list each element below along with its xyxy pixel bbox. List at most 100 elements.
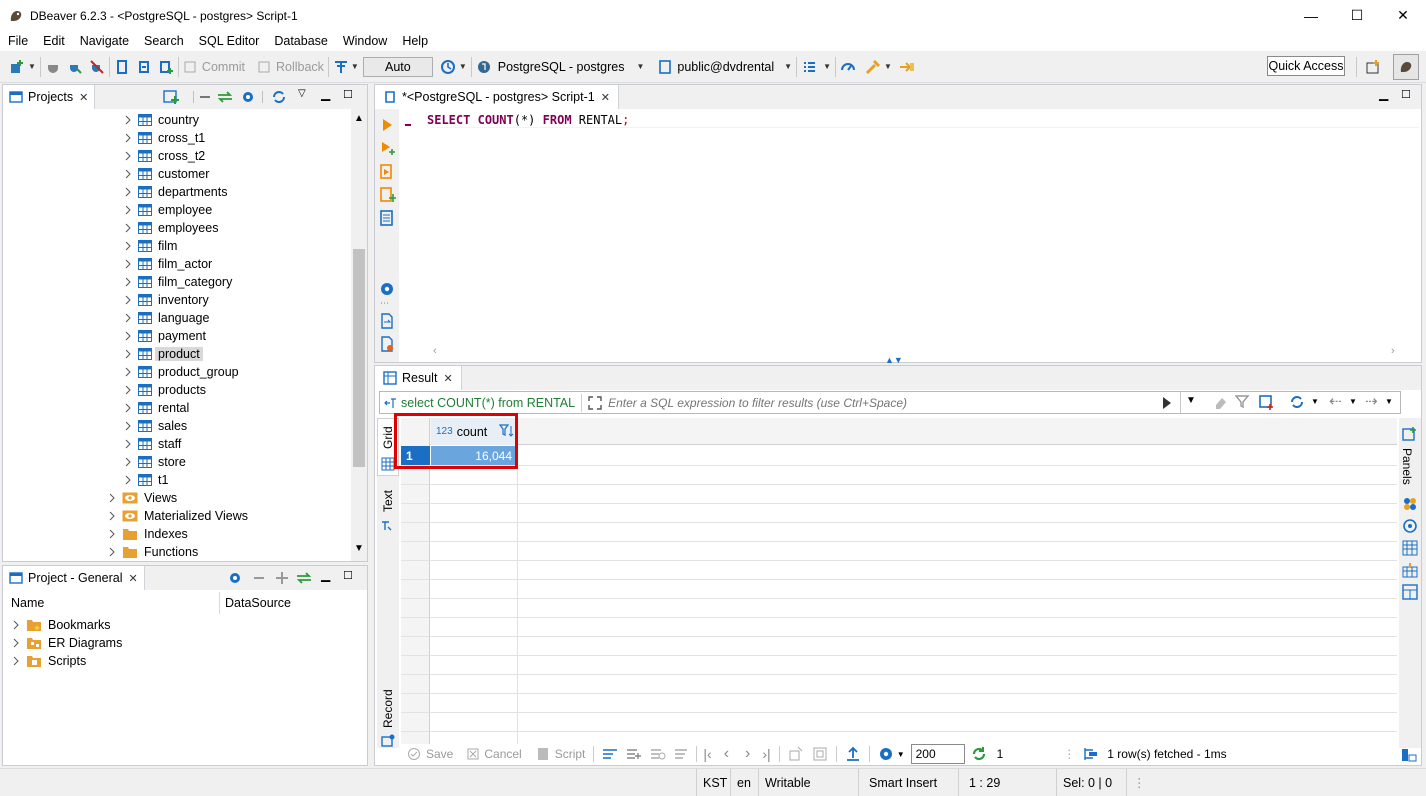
projects-scrollbar[interactable]: ▲ ▼: [351, 109, 367, 561]
tree-item-table[interactable]: payment: [123, 327, 206, 345]
tree-item-table[interactable]: film_category: [123, 273, 232, 291]
chevron-down-icon[interactable]: ▼: [636, 62, 644, 71]
chevron-down-icon[interactable]: ▼: [1349, 397, 1357, 406]
export-icon[interactable]: [845, 746, 861, 762]
tree-item-table[interactable]: film_actor: [123, 255, 212, 273]
save-button[interactable]: Save: [426, 747, 453, 761]
filter-settings-icon[interactable]: [1235, 394, 1253, 410]
chevron-down-icon[interactable]: ▼: [823, 62, 831, 71]
chevron-down-icon[interactable]: ▼: [784, 62, 792, 71]
tree-item-table[interactable]: t1: [123, 471, 168, 489]
menu-window[interactable]: Window: [335, 34, 394, 48]
link-with-editor-icon[interactable]: [296, 572, 312, 584]
filter-history-icon[interactable]: ▼: [1186, 395, 1196, 406]
create-project-icon[interactable]: [163, 90, 179, 104]
scroll-up-icon[interactable]: ▲: [354, 113, 364, 124]
last-page-icon[interactable]: ›|: [762, 746, 770, 762]
connect-icon[interactable]: [45, 59, 61, 75]
collapse-all-icon[interactable]: [253, 573, 265, 583]
references-panel-icon[interactable]: [1402, 584, 1418, 600]
tab-projects[interactable]: Projects ✕: [3, 85, 96, 109]
tree-item-table[interactable]: customer: [123, 165, 209, 183]
fetch-next-page-icon[interactable]: [788, 746, 804, 762]
scroll-right-icon[interactable]: ›: [1391, 345, 1395, 357]
tree-item-table[interactable]: inventory: [123, 291, 209, 309]
minimize-panel-button[interactable]: ▁: [1379, 87, 1388, 101]
tree-item-table[interactable]: staff: [123, 435, 181, 453]
tree-item-table[interactable]: product: [123, 345, 203, 363]
tree-item-table[interactable]: departments: [123, 183, 227, 201]
tree-item-folder[interactable]: Materialized Views: [107, 507, 248, 525]
edit-cell-icon[interactable]: [602, 747, 618, 761]
panels-label[interactable]: Panels: [1400, 448, 1414, 485]
tools-icon[interactable]: [864, 58, 882, 76]
copy-row-icon[interactable]: [650, 747, 666, 761]
save-script-icon[interactable]: [380, 336, 394, 352]
close-icon[interactable]: ✕: [601, 91, 610, 104]
tree-item-table[interactable]: product_group: [123, 363, 239, 381]
quick-access-input[interactable]: Quick Access: [1267, 56, 1345, 76]
new-connection-icon[interactable]: [8, 58, 26, 76]
sql-editor-icon[interactable]: [114, 59, 130, 75]
dashboard-icon[interactable]: [840, 59, 856, 75]
configure-icon[interactable]: [240, 89, 256, 105]
tree-item-table[interactable]: language: [123, 309, 209, 327]
minimize-button[interactable]: —: [1288, 0, 1334, 31]
fetch-all-icon[interactable]: [812, 746, 828, 762]
grouping-icon[interactable]: [1402, 540, 1418, 556]
expand-all-icon[interactable]: [275, 571, 289, 585]
tree-item-folder[interactable]: Indexes: [107, 525, 188, 543]
previous-page-icon[interactable]: ‹: [724, 745, 729, 763]
tree-item-table[interactable]: employees: [123, 219, 218, 237]
tree-item-scripts[interactable]: Scripts: [11, 652, 86, 670]
open-sql-script-icon[interactable]: [136, 59, 152, 75]
scroll-left-icon[interactable]: ‹: [433, 345, 437, 357]
refresh-green-icon[interactable]: [971, 746, 987, 762]
menu-navigate[interactable]: Navigate: [72, 34, 136, 48]
tree-item-bookmarks[interactable]: Bookmarks: [11, 616, 111, 634]
close-icon[interactable]: ✕: [443, 372, 452, 385]
minimize-panel-button[interactable]: ▁: [321, 87, 330, 101]
chevron-down-icon[interactable]: ▼: [1311, 397, 1319, 406]
transaction-mode-button[interactable]: Auto: [362, 56, 433, 77]
tree-item-table[interactable]: employee: [123, 201, 212, 219]
menu-edit[interactable]: Edit: [35, 34, 72, 48]
outline-list-icon[interactable]: [801, 59, 817, 75]
menu-file[interactable]: File: [0, 34, 35, 48]
tab-text[interactable]: Text: [377, 482, 399, 542]
generate-script-button[interactable]: Script: [555, 747, 586, 761]
rollback-button[interactable]: Rollback: [276, 60, 324, 74]
execute-script-icon[interactable]: [380, 164, 394, 180]
tree-item-table[interactable]: rental: [123, 399, 189, 417]
minimize-panel-button[interactable]: ▁: [321, 568, 330, 582]
value-viewer-icon[interactable]: [1402, 496, 1418, 512]
active-query-label[interactable]: select COUNT(*) from RENTAL: [401, 396, 575, 410]
tree-item-folder[interactable]: Functions: [107, 543, 198, 561]
tree-item-table[interactable]: cross_t1: [123, 129, 205, 147]
tree-item-table[interactable]: store: [123, 453, 186, 471]
expand-filter-icon[interactable]: [588, 395, 602, 410]
tree-item-table[interactable]: country: [123, 111, 199, 129]
toggle-panels-icon[interactable]: [1401, 747, 1417, 763]
menu-search[interactable]: Search: [136, 34, 191, 48]
commit-button[interactable]: Commit: [202, 60, 245, 74]
tree-item-er-diagrams[interactable]: ER Diagrams: [11, 634, 122, 652]
maximize-panel-button[interactable]: ☐: [1401, 88, 1411, 101]
column-header-datasource[interactable]: DataSource: [225, 596, 291, 610]
transaction-log-icon[interactable]: [439, 58, 457, 76]
splitter-toggle-icon[interactable]: ▲▼: [885, 355, 903, 365]
execute-in-new-tab-icon[interactable]: [381, 141, 395, 155]
chevron-down-icon[interactable]: ▼: [884, 62, 892, 71]
maximize-button[interactable]: ☐: [1334, 0, 1380, 31]
tree-item-table[interactable]: sales: [123, 417, 187, 435]
tab-project-general[interactable]: Project - General ✕: [3, 566, 145, 590]
first-page-icon[interactable]: |‹: [703, 746, 711, 762]
dbeaver-perspective-button[interactable]: [1393, 54, 1419, 80]
active-schema-selector[interactable]: public@dvdrental: [677, 60, 774, 74]
explain-plan-icon[interactable]: [380, 210, 394, 226]
execute-script-new-tab-icon[interactable]: [380, 187, 396, 203]
panels-icon[interactable]: [1402, 426, 1418, 442]
clear-filter-icon[interactable]: [1213, 394, 1229, 410]
chevron-down-icon[interactable]: ▼: [1385, 397, 1393, 406]
active-connection-selector[interactable]: PostgreSQL - postgres: [498, 60, 625, 74]
